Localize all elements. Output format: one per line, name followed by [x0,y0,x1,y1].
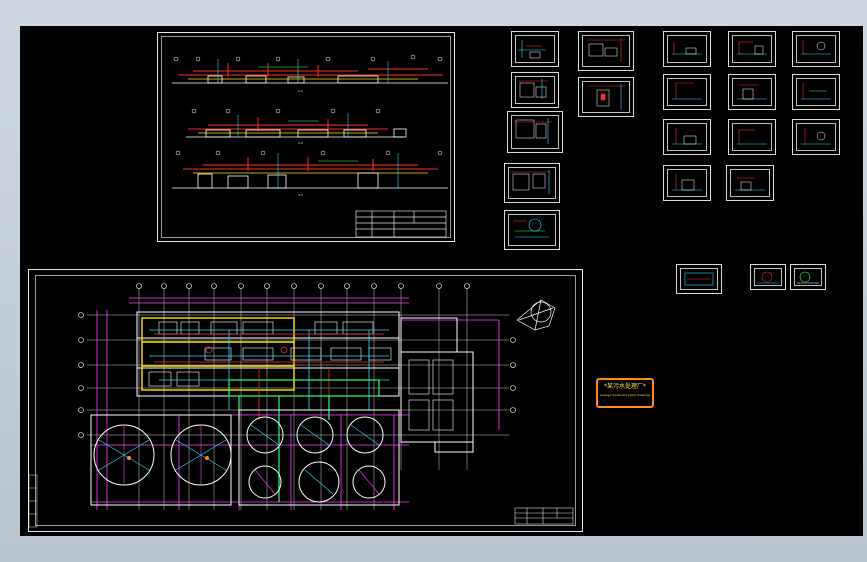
project-title-badge[interactable]: *某污水处理厂* sewage treatment plant drawings [596,378,654,408]
sheet-thumbnail[interactable] [792,74,840,110]
sheet-thumbnail[interactable] [511,31,559,67]
sheet-thumbnail[interactable] [726,165,774,201]
sheet-thumbnail[interactable] [792,31,840,67]
sheet-thumbnail[interactable] [511,72,559,108]
sheet-thumbnail[interactable] [676,264,722,294]
sheet-thumbnail[interactable] [663,74,711,110]
plan-sheet[interactable] [28,269,583,532]
plan-drawing [29,283,574,528]
elevation-sheet[interactable]: 1-1 2-2 3-3 [157,32,455,242]
sheet-thumbnail[interactable] [663,165,711,201]
elevation-title-block [355,210,447,238]
sheet-thumbnail[interactable] [750,264,786,290]
sheet-thumbnail[interactable] [504,210,560,250]
sheet-thumbnail[interactable] [792,119,840,155]
badge-subtitle: sewage treatment plant drawings [599,393,651,397]
north-arrow-icon [516,299,556,331]
badge-title: *某污水处理厂* [603,383,646,390]
sheet-thumbnail[interactable] [728,74,776,110]
sheet-thumbnail[interactable] [790,264,826,290]
sheet-thumbnail[interactable] [728,119,776,155]
sheet-thumbnail[interactable] [663,119,711,155]
sheet-thumbnail[interactable] [663,31,711,67]
sheet-thumbnail[interactable] [578,31,634,71]
sheet-thumbnail[interactable] [504,163,560,203]
sheet-thumbnail[interactable] [578,77,634,117]
sheet-thumbnail[interactable] [728,31,776,67]
sheet-thumbnail[interactable] [507,111,563,153]
drawing-canvas[interactable]: 1-1 2-2 3-3 *某污水处理厂* sewage treatment pl… [20,26,863,536]
